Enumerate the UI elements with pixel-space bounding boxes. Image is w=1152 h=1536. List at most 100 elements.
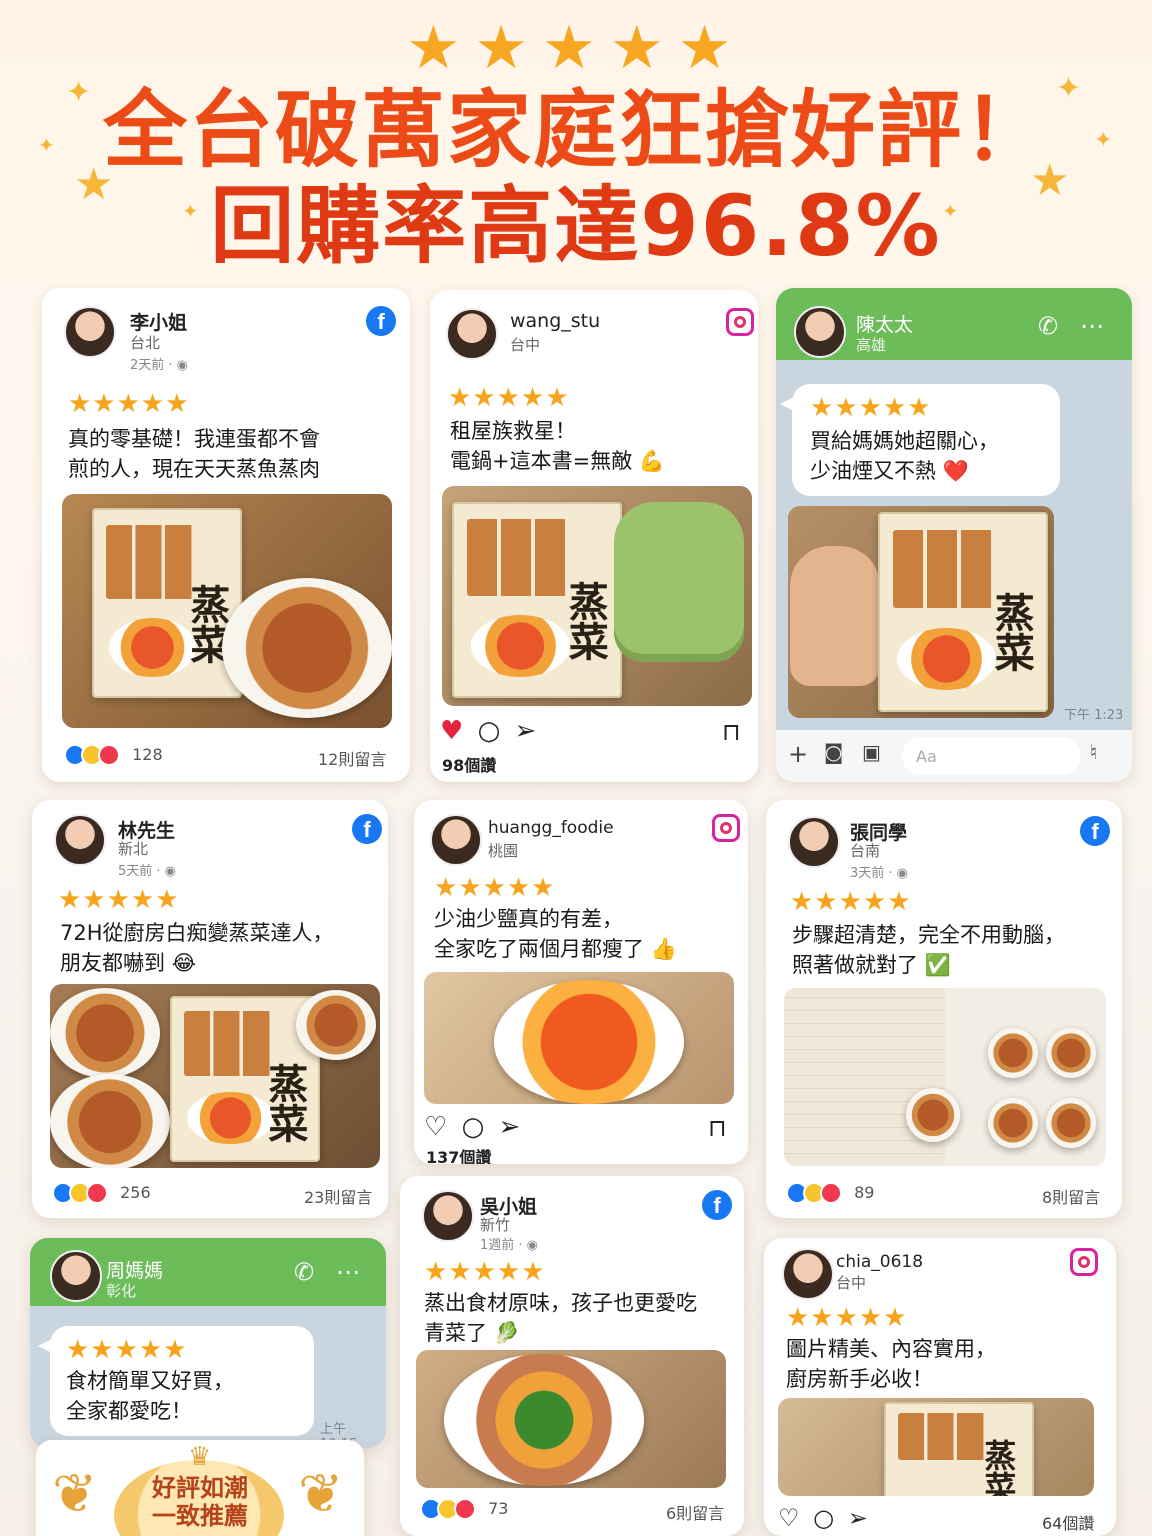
hero-title: 全台破萬家庭狂搶好評！ (102, 81, 1049, 179)
review-card-instagram: wang_stu 台中 ★★★★★ 租屋族救星！ 電鍋+這本書=無敵 💪 蒸菜 … (430, 290, 758, 782)
comment-count[interactable]: 6則留言 (666, 1500, 724, 1524)
avatar (446, 308, 498, 360)
comment-count[interactable]: 8則留言 (1042, 1184, 1100, 1208)
more-icon[interactable]: ⋯ (1080, 312, 1104, 340)
user-name: 陳太太 (856, 314, 914, 336)
rating-stars: ★★★★★ (448, 383, 570, 413)
user-location: 台中 (836, 1274, 867, 1292)
phone-icon[interactable]: ✆ (294, 1258, 314, 1286)
user-location: 台南 (850, 842, 881, 860)
chat-bubble: ★★★★★ 食材簡單又好買， 全家都愛吃！ (38, 1326, 314, 1436)
comment-count[interactable]: 23則留言 (304, 1184, 372, 1208)
review-card-instagram: chia_0618 台中 ★★★★★ 圖片精美、內容實用， 廚房新手必收！ 蒸菜… (764, 1238, 1116, 1536)
avatar (788, 816, 840, 868)
avatar (50, 1250, 102, 1302)
image-icon[interactable]: ▣ (862, 740, 881, 764)
dish (50, 1074, 170, 1168)
comment-icon[interactable]: ○ (813, 1504, 834, 1532)
heart-icon[interactable]: ♡ (424, 1112, 447, 1142)
review-photo (424, 972, 734, 1104)
dish (988, 1098, 1038, 1148)
reaction-summary[interactable]: 89 (786, 1182, 874, 1204)
instagram-icon[interactable] (1070, 1248, 1098, 1276)
review-text: 圖片精美、內容實用， 廚房新手必收！ (786, 1337, 996, 1391)
review-text: 少油少鹽真的有差， 全家吃了兩個月都瘦了 👍 (434, 907, 677, 961)
dish (1046, 1028, 1096, 1078)
review-text: 蒸出食材原味，孩子也更愛吃 青菜了 🥬 (424, 1291, 697, 1345)
share-icon[interactable]: ➢ (499, 1112, 521, 1142)
dish (494, 980, 684, 1104)
review-card-facebook: 吳小姐 新竹 1週前 · ◉ f ★★★★★ 蒸出食材原味，孩子也更愛吃 青菜了… (400, 1176, 744, 1536)
user-name: 周媽媽 (106, 1260, 164, 1282)
mic-icon[interactable]: ♮ (1090, 740, 1097, 764)
rating-stars: ★★★★★ (58, 885, 180, 915)
cookbook: 蒸菜 (878, 512, 1048, 712)
avatar (794, 306, 846, 358)
instagram-icon[interactable] (712, 814, 740, 842)
like-count: 98個讚 (442, 756, 497, 775)
message-time: 下午 1:23 (1064, 708, 1124, 723)
review-photo: 蒸菜 (62, 494, 392, 728)
recommend-badge: ❦ ❦ ♛ 好評如潮 一致推薦 (36, 1440, 364, 1536)
post-time: 5天前 · ◉ (118, 864, 177, 879)
dish (444, 1354, 644, 1486)
instagram-icon[interactable] (726, 308, 754, 336)
review-text: 買給媽媽她超關心， 少油煙又不熱 ❤️ (810, 429, 999, 483)
user-location: 新竹 (480, 1216, 511, 1234)
facebook-icon[interactable]: f (702, 1190, 732, 1220)
facebook-icon[interactable]: f (366, 306, 396, 336)
user-location: 高雄 (856, 336, 887, 354)
love-icon (86, 1182, 108, 1204)
more-icon[interactable]: ⋯ (336, 1258, 360, 1286)
review-photo (784, 988, 1106, 1166)
heart-icon[interactable]: ♥ (440, 716, 463, 746)
review-photo: 蒸菜 (50, 984, 380, 1168)
reaction-count: 73 (488, 1498, 509, 1518)
share-icon[interactable]: ➢ (515, 716, 537, 746)
review-text: 食材簡單又好買， 全家都愛吃！ (66, 1369, 234, 1423)
message-input[interactable]: Aa (902, 737, 1080, 775)
user-name: 李小姐 (130, 312, 188, 334)
chat-bubble: ★★★★★ 買給媽媽她超關心， 少油煙又不熱 ❤️ (780, 384, 1060, 496)
reaction-summary[interactable]: 128 (64, 744, 163, 766)
bookmark-icon[interactable]: ⊓ (708, 1114, 727, 1142)
post-time: 3天前 · ◉ (850, 866, 909, 881)
review-text: 步驟超清楚，完全不用動腦， 照著做就對了 ✅ (792, 923, 1065, 977)
reaction-summary[interactable]: 256 (52, 1182, 151, 1204)
heart-icon[interactable]: ♡ (778, 1504, 800, 1532)
cookbook: 蒸菜 (452, 502, 622, 698)
rating-stars: ★★★★★ (790, 887, 912, 917)
rating-stars: ★★★★★ (434, 873, 556, 903)
love-icon (820, 1182, 842, 1204)
ig-action-bar: ♥ ○ ➢ (440, 716, 536, 746)
facebook-icon[interactable]: f (1080, 816, 1110, 846)
rating-stars: ★★★★★ (424, 1257, 546, 1287)
share-icon[interactable]: ➢ (848, 1504, 868, 1532)
comment-count[interactable]: 12則留言 (318, 746, 386, 770)
avatar (64, 306, 116, 358)
plus-icon[interactable]: + (788, 740, 808, 768)
love-icon (98, 744, 120, 766)
dish (296, 990, 376, 1060)
ig-action-bar: ♡ ○ ➢ (424, 1112, 520, 1142)
facebook-icon[interactable]: f (352, 814, 382, 844)
phone-icon[interactable]: ✆ (1038, 312, 1058, 340)
post-time: 2天前 · ◉ (130, 358, 189, 373)
user-location: 台北 (130, 334, 161, 352)
thumbs-up-hand (790, 546, 880, 686)
reaction-count: 256 (120, 1182, 151, 1202)
comment-icon[interactable]: ○ (462, 1112, 485, 1142)
avatar (54, 814, 106, 866)
comment-icon[interactable]: ○ (478, 716, 501, 746)
rating-stars: ★★★★★ (68, 389, 190, 419)
rating-stars: ★★★★★ (786, 1303, 908, 1333)
rice-cooker (614, 502, 744, 662)
bookmark-icon[interactable]: ⊓ (722, 718, 741, 746)
avatar (422, 1190, 474, 1242)
camera-icon[interactable]: ◙ (824, 740, 843, 764)
hero-stars: ★★★★★ (406, 13, 746, 83)
avatar (430, 814, 482, 866)
reaction-summary[interactable]: 73 (420, 1498, 508, 1520)
user-location: 彰化 (106, 1282, 137, 1300)
review-card-facebook: 林先生 新北 5天前 · ◉ f ★★★★★ 72H從廚房白痴變蒸菜達人， 朋友… (32, 800, 388, 1218)
